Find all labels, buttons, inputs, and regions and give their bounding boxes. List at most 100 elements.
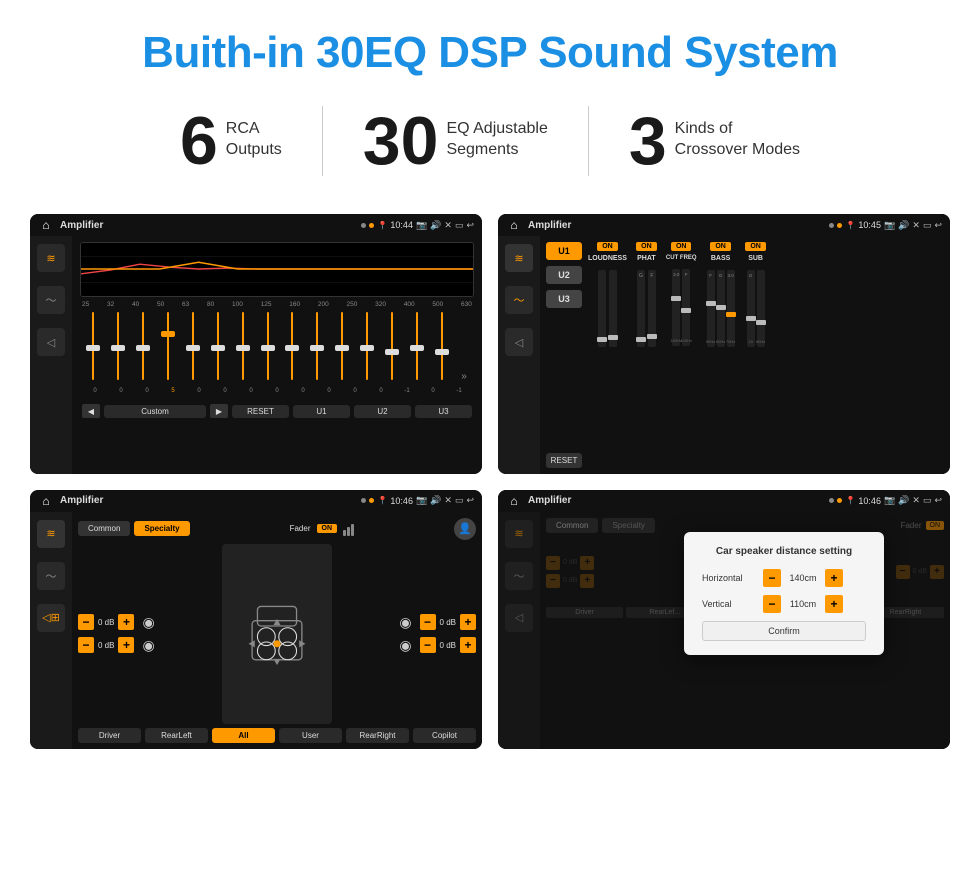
sub-on[interactable]: ON: [745, 242, 766, 251]
home-icon-2[interactable]: ⌂: [506, 217, 522, 233]
dist-vol-btn: ◁: [505, 604, 533, 632]
eq-slider-4[interactable]: [157, 312, 179, 382]
horizontal-label: Horizontal: [702, 573, 757, 583]
close-icon-1: ✕: [444, 220, 452, 231]
tab-common[interactable]: Common: [78, 521, 130, 536]
back-icon-1[interactable]: ↩: [466, 220, 474, 231]
eq-slider-11[interactable]: [331, 312, 353, 382]
eq-slider-8[interactable]: [257, 312, 279, 382]
home-icon-1[interactable]: ⌂: [38, 217, 54, 233]
speaker-right-icon: ◉: [399, 614, 411, 631]
bass-on[interactable]: ON: [710, 242, 731, 251]
eq-slider-9[interactable]: [282, 312, 304, 382]
screen1-body: ≋ 〜 ◁: [30, 236, 482, 474]
eq-slider-5[interactable]: [182, 312, 204, 382]
val-0: 0: [82, 388, 108, 394]
phat-on[interactable]: ON: [636, 242, 657, 251]
cross-u3-btn[interactable]: U3: [546, 290, 582, 308]
spk-tr-plus[interactable]: +: [460, 614, 476, 630]
home-icon-3[interactable]: ⌂: [38, 493, 54, 509]
eq-more-icon[interactable]: »: [456, 371, 472, 382]
spk-bl-plus[interactable]: +: [118, 637, 134, 653]
eq-custom-btn[interactable]: Custom: [104, 405, 206, 418]
spk-br-plus[interactable]: +: [460, 637, 476, 653]
spk-eq-btn[interactable]: ≋: [37, 520, 65, 548]
spk-br-minus[interactable]: −: [420, 637, 436, 653]
freq-160: 160: [289, 301, 300, 308]
fader-on-badge[interactable]: ON: [317, 524, 338, 533]
eq-sliders-row: »: [80, 312, 474, 382]
vertical-plus-btn[interactable]: +: [825, 595, 843, 613]
val-9: 0: [316, 388, 342, 394]
spk-bl-control: − 0 dB + ◉: [78, 637, 216, 654]
eq-u1-btn[interactable]: U1: [293, 405, 350, 418]
spk-copilot-btn[interactable]: Copilot: [413, 728, 476, 743]
val-14: -1: [446, 388, 472, 394]
eq-slider-14[interactable]: [406, 312, 428, 382]
eq-reset-btn[interactable]: RESET: [232, 405, 289, 418]
cross-reset-btn[interactable]: RESET: [546, 453, 582, 468]
eq-u3-btn[interactable]: U3: [415, 405, 472, 418]
freq-32: 32: [107, 301, 114, 308]
home-icon-4[interactable]: ⌂: [506, 493, 522, 509]
cutfreq-on[interactable]: ON: [671, 242, 692, 251]
tab-specialty[interactable]: Specialty: [134, 521, 189, 536]
cross-vol-btn[interactable]: ◁: [505, 328, 533, 356]
eq-prev-btn[interactable]: ◀: [82, 404, 100, 418]
screen-speaker: ⌂ Amplifier 📍 10:46 📷 🔊 ✕ ▭ ↩ ≋ 〜 ◁⊞: [30, 490, 482, 750]
horizontal-control: − 140cm +: [763, 569, 843, 587]
eq-mode-btn[interactable]: ≋: [37, 244, 65, 272]
freq-320: 320: [375, 301, 386, 308]
eq-wave-btn[interactable]: 〜: [37, 286, 65, 314]
spk-tl-plus[interactable]: +: [118, 614, 134, 630]
spk-all-btn[interactable]: All: [212, 728, 275, 743]
spk-driver-btn[interactable]: Driver: [78, 728, 141, 743]
spk-rearleft-btn[interactable]: RearLeft: [145, 728, 208, 743]
eq-slider-1[interactable]: [82, 312, 104, 382]
cross-eq-btn[interactable]: ≋: [505, 244, 533, 272]
back-icon-3[interactable]: ↩: [466, 495, 474, 506]
horizontal-plus-btn[interactable]: +: [825, 569, 843, 587]
close-icon-2: ✕: [912, 220, 920, 231]
eq-freq-labels: 25 32 40 50 63 80 100 125 160 200 250 32…: [80, 301, 474, 308]
cross-u2-btn[interactable]: U2: [546, 266, 582, 284]
loudness-on[interactable]: ON: [597, 242, 618, 251]
eq-vol-btn[interactable]: ◁: [37, 328, 65, 356]
vertical-minus-btn[interactable]: −: [763, 595, 781, 613]
eq-slider-10[interactable]: [306, 312, 328, 382]
spk-rearright-btn[interactable]: RearRight: [346, 728, 409, 743]
eq-slider-13[interactable]: [381, 312, 403, 382]
camera-icon-4: 📷: [884, 495, 895, 506]
dialog-title: Car speaker distance setting: [702, 546, 866, 557]
val-2: 0: [134, 388, 160, 394]
freq-40: 40: [132, 301, 139, 308]
volume-icon-1: 🔊: [430, 220, 441, 231]
horizontal-minus-btn[interactable]: −: [763, 569, 781, 587]
close-icon-4: ✕: [912, 495, 920, 506]
spk-wave-btn[interactable]: 〜: [37, 562, 65, 590]
eq-slider-7[interactable]: [232, 312, 254, 382]
spk-tl-minus[interactable]: −: [78, 614, 94, 630]
cross-wave-btn[interactable]: 〜: [505, 286, 533, 314]
back-icon-4[interactable]: ↩: [934, 495, 942, 506]
eq-u2-btn[interactable]: U2: [354, 405, 411, 418]
status-bar-2: ⌂ Amplifier 📍 10:45 📷 🔊 ✕ ▭ ↩: [498, 214, 950, 236]
stat-crossover: 3 Kinds ofCrossover Modes: [589, 107, 840, 175]
confirm-button[interactable]: Confirm: [702, 621, 866, 641]
eq-slider-3[interactable]: [132, 312, 154, 382]
freq-125: 125: [261, 301, 272, 308]
spk-user-btn[interactable]: User: [279, 728, 342, 743]
eq-slider-12[interactable]: [356, 312, 378, 382]
cross-u1-btn[interactable]: U1: [546, 242, 582, 260]
eq-slider-2[interactable]: [107, 312, 129, 382]
back-icon-2[interactable]: ↩: [934, 220, 942, 231]
spk-main-area: Common Specialty Fader ON 👤: [72, 512, 482, 750]
eq-next-btn[interactable]: ▶: [210, 404, 228, 418]
spk-bl-minus[interactable]: −: [78, 637, 94, 653]
person-icon[interactable]: 👤: [454, 518, 476, 540]
eq-slider-6[interactable]: [207, 312, 229, 382]
spk-tr-minus[interactable]: −: [420, 614, 436, 630]
eq-slider-15[interactable]: [431, 312, 453, 382]
spk-vol-btn[interactable]: ◁⊞: [37, 604, 65, 632]
spk-left-controls: − 0 dB + ◉ − 0 dB + ◉: [78, 544, 216, 725]
